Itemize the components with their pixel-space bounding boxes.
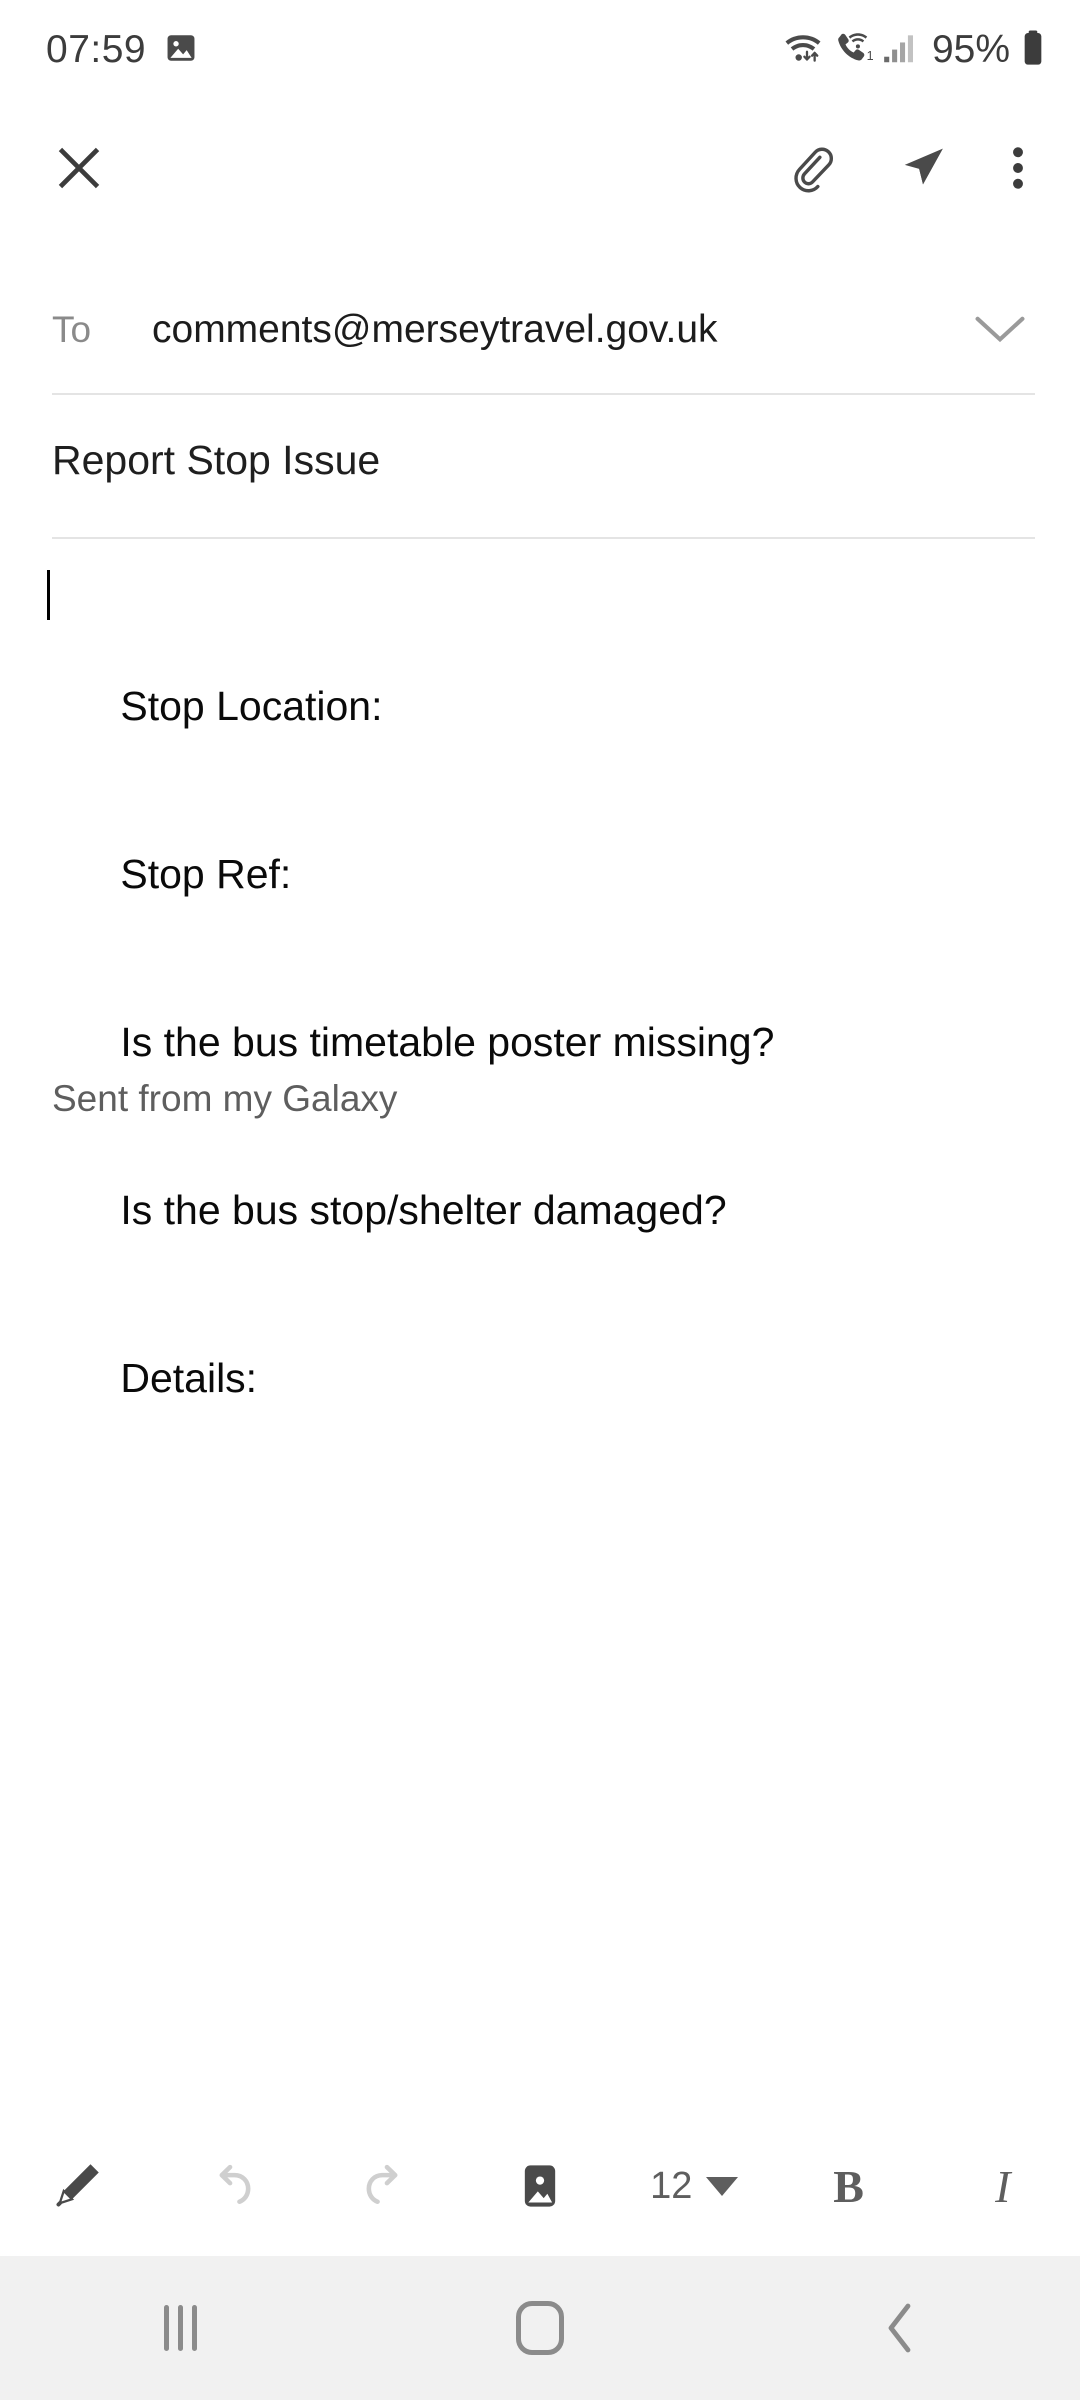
message-body[interactable]: Stop Location: Stop Ref: Is the bus time… xyxy=(47,566,1042,1462)
home-square xyxy=(516,2301,564,2355)
app-bar-actions xyxy=(786,141,1080,195)
pen-icon[interactable] xyxy=(0,2116,154,2256)
font-size-value: 12 xyxy=(650,2164,693,2207)
italic-label: I xyxy=(995,2160,1011,2212)
recents-bar xyxy=(191,2305,197,2351)
insert-image-icon[interactable] xyxy=(463,2116,617,2256)
body-line[interactable]: Stop Location: xyxy=(47,566,1042,790)
compose-app-bar xyxy=(0,104,1080,232)
recipient-label: To xyxy=(52,308,92,350)
send-icon[interactable] xyxy=(896,141,950,195)
email-signature[interactable]: Sent from my Galaxy xyxy=(52,1078,397,1120)
subject-input[interactable]: Report Stop Issue xyxy=(52,437,1002,484)
body-line[interactable]: Stop Ref: xyxy=(52,790,1042,958)
wifi-data-icon xyxy=(780,29,826,72)
italic-button[interactable]: I xyxy=(926,2116,1080,2256)
close-icon[interactable] xyxy=(52,141,106,195)
recents-bar xyxy=(163,2305,169,2351)
battery-percent-label: 95% xyxy=(931,28,1010,71)
redo-icon[interactable] xyxy=(309,2116,463,2256)
bold-label: B xyxy=(833,2160,864,2212)
more-options-icon[interactable] xyxy=(1008,141,1028,195)
font-size-selector[interactable]: 12 xyxy=(617,2116,771,2256)
image-icon xyxy=(164,31,198,70)
email-compose-screen: 07:59 1 95% To comments@merseytravel.gov… xyxy=(0,0,1080,2400)
divider-subject xyxy=(52,537,1035,539)
body-line-text: Stop Location: xyxy=(120,683,383,729)
body-line-text: Stop Ref: xyxy=(120,851,292,897)
system-nav-bar xyxy=(0,2256,1080,2400)
app-bar-left-group xyxy=(0,141,200,195)
status-bar-right: 1 95% xyxy=(780,28,1046,73)
text-caret xyxy=(47,570,50,620)
home-icon[interactable] xyxy=(360,2256,720,2400)
vowifi-call-icon: 1 xyxy=(832,29,876,72)
recents-bars xyxy=(163,2305,197,2351)
signal-bars-icon xyxy=(882,29,918,72)
undo-icon[interactable] xyxy=(154,2116,308,2256)
recipient-row[interactable]: To comments@merseytravel.gov.uk xyxy=(0,272,1080,387)
battery-full-icon xyxy=(1020,28,1046,73)
format-toolbar: 12 B I xyxy=(0,2116,1080,2256)
status-bar-clock: 07:59 xyxy=(46,28,147,71)
bold-button[interactable]: B xyxy=(771,2116,925,2256)
body-line[interactable]: Details: xyxy=(52,1294,1042,1462)
attach-icon[interactable] xyxy=(786,142,838,194)
status-bar: 07:59 1 95% xyxy=(0,0,1080,100)
body-line-text: Is the bus timetable poster missing? xyxy=(120,1019,775,1065)
body-line-text: Details: xyxy=(120,1355,258,1401)
chevron-down-icon[interactable] xyxy=(958,313,1028,347)
chevron-down-icon[interactable] xyxy=(706,2176,739,2196)
divider-recipient xyxy=(52,393,1035,395)
body-line[interactable]: Is the bus stop/shelter damaged? xyxy=(52,1126,1042,1294)
recents-icon[interactable] xyxy=(0,2256,360,2400)
status-bar-left: 07:59 xyxy=(46,28,198,72)
recipient-input[interactable]: comments@merseytravel.gov.uk xyxy=(152,308,958,352)
svg-text:1: 1 xyxy=(867,48,874,62)
body-line-text: Is the bus stop/shelter damaged? xyxy=(120,1187,727,1233)
recents-bar xyxy=(177,2305,183,2351)
back-icon[interactable] xyxy=(720,2256,1080,2400)
